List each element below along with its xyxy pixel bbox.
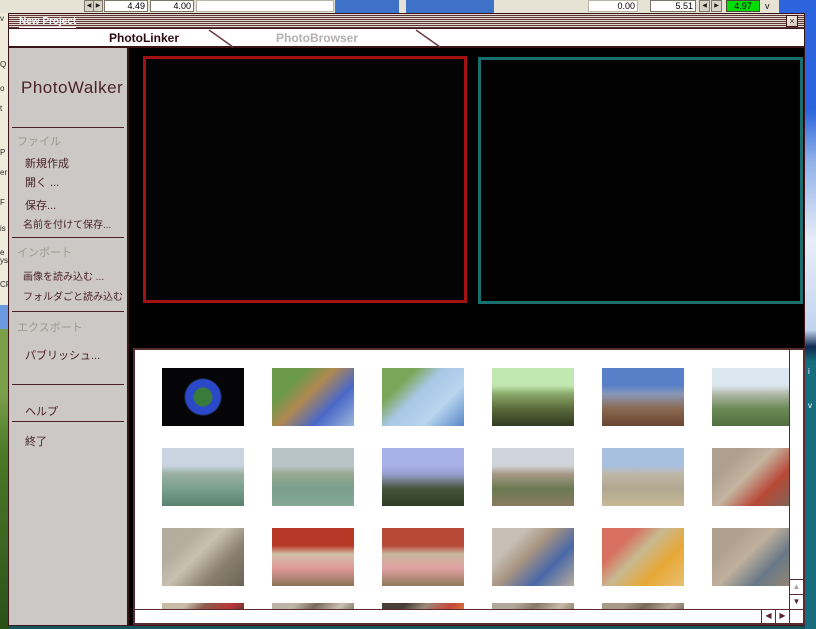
toolbar-value-b[interactable]: 4.00	[150, 0, 194, 12]
thumbnail-blue-cart-street[interactable]	[492, 528, 574, 586]
scroll-left-button[interactable]: ◀	[761, 610, 775, 623]
sidebar-divider	[12, 421, 124, 422]
scroll-up-icon: ▲	[793, 582, 801, 591]
window-title: New Project	[19, 16, 76, 28]
sidebar-item-open[interactable]: 開く ...	[25, 174, 59, 190]
thumbnail-map-east-asia[interactable]	[272, 368, 354, 426]
spin-right-icon[interactable]: ▶	[711, 0, 722, 12]
sidebar-item-save[interactable]: 保存...	[25, 197, 56, 213]
sidebar-header-file: ファイル	[17, 133, 61, 149]
scroll-up-button[interactable]: ▲	[790, 579, 803, 594]
thumbnail-tall-trees[interactable]	[382, 448, 464, 506]
toolbar-blue-segment-2[interactable]	[406, 0, 494, 13]
thumbnail-terrain-render[interactable]	[492, 368, 574, 426]
thumbnail-river-bridge[interactable]	[272, 448, 354, 506]
scroll-down-icon: ▼	[793, 597, 801, 606]
close-button[interactable]: ×	[786, 15, 798, 27]
tab-separator	[9, 29, 804, 48]
thumbnail-map-south-china-sea[interactable]	[382, 368, 464, 426]
right-photo-panel[interactable]	[478, 57, 803, 304]
scroll-left-icon: ◀	[765, 611, 771, 620]
thumbnail-grid	[162, 368, 794, 586]
sidebar-item-help[interactable]: ヘルプ	[25, 403, 58, 419]
thumbnail-red-shopfront[interactable]	[272, 528, 354, 586]
thumbnail-meat-vendor[interactable]	[382, 528, 464, 586]
thumbnail-street-people[interactable]	[602, 448, 684, 506]
scroll-right-button[interactable]: ▶	[775, 610, 789, 623]
sidebar-item-import-folder[interactable]: フォルダごと読み込む	[23, 288, 123, 303]
toolbar-value-a[interactable]: 4.49	[104, 0, 148, 12]
thumbnail-fruit-stand[interactable]	[602, 528, 684, 586]
window-title-bar[interactable]: New Project ×	[9, 14, 804, 29]
sidebar-divider	[12, 384, 124, 385]
toolbar-value-c[interactable]: 0.00	[588, 0, 638, 12]
sidebar-item-quit[interactable]: 終了	[25, 433, 47, 449]
sidebar-header-export: エクスポート	[17, 319, 83, 335]
thumbnail-village-mountain[interactable]	[602, 368, 684, 426]
thumbnail-wall-posters[interactable]	[712, 448, 794, 506]
thumbnail-village-lane[interactable]	[492, 448, 574, 506]
left-photo-panel[interactable]	[143, 56, 467, 303]
sidebar-item-save-as[interactable]: 名前を付けて保存...	[23, 216, 111, 231]
sidebar-item-publish[interactable]: パブリッシュ...	[25, 347, 100, 363]
photolinker-canvas: ▲ ▼ ◀ ▶	[129, 48, 804, 625]
thumbnail-river-village[interactable]	[162, 448, 244, 506]
spin-right-icon[interactable]: ▶	[93, 0, 103, 12]
toolbar-value-d[interactable]: 5.51	[650, 0, 696, 12]
background-toolbar: ◀ ▶ 4.49 4.00 0.00 5.51 ◀ ▶ 4.97 v	[0, 0, 779, 13]
sidebar-divider	[12, 237, 124, 238]
scroll-down-button[interactable]: ▼	[790, 594, 803, 609]
sidebar-item-new[interactable]: 新規作成	[25, 155, 69, 171]
sidebar-divider	[12, 127, 124, 128]
toolbar-blank-field[interactable]	[196, 0, 334, 12]
toolbar-blue-segment-1[interactable]	[335, 0, 399, 13]
thumbnail-earth-globe[interactable]	[162, 368, 244, 426]
sidebar-header-import: インポート	[17, 244, 72, 260]
thumbnail-shop-bicycle[interactable]	[712, 528, 794, 586]
scrollbar-corner	[789, 609, 803, 623]
vertical-scrollbar[interactable]: ▲ ▼	[789, 350, 803, 609]
thumbnail-farm-field[interactable]	[712, 368, 794, 426]
toolbar-value-e-highlighted[interactable]: 4.97	[726, 0, 760, 12]
thumbnail-market-stalls[interactable]	[162, 528, 244, 586]
desktop-right-strip: iv	[805, 0, 816, 629]
spin-left-icon[interactable]: ◀	[699, 0, 710, 12]
photo-browser-panel: ▲ ▼ ◀ ▶	[133, 348, 805, 625]
sidebar: PhotoWalker ファイル 新規作成 開く ... 保存... 名前を付け…	[9, 48, 129, 625]
dropdown-glyph[interactable]: v	[765, 1, 770, 11]
sidebar-item-import-images[interactable]: 画像を読み込む ...	[23, 268, 104, 283]
scroll-right-icon: ▶	[779, 611, 785, 620]
sidebar-divider	[12, 311, 124, 312]
new-project-window: New Project × PhotoLinker PhotoBrowser ▲…	[8, 13, 805, 626]
app-title: PhotoWalker	[21, 78, 123, 98]
background-text-fragment: v	[808, 402, 812, 410]
background-text-fragment: i	[808, 368, 810, 376]
close-icon: ×	[789, 16, 794, 26]
tab-bar: PhotoLinker PhotoBrowser	[9, 29, 804, 48]
horizontal-scrollbar[interactable]: ◀ ▶	[135, 609, 789, 623]
